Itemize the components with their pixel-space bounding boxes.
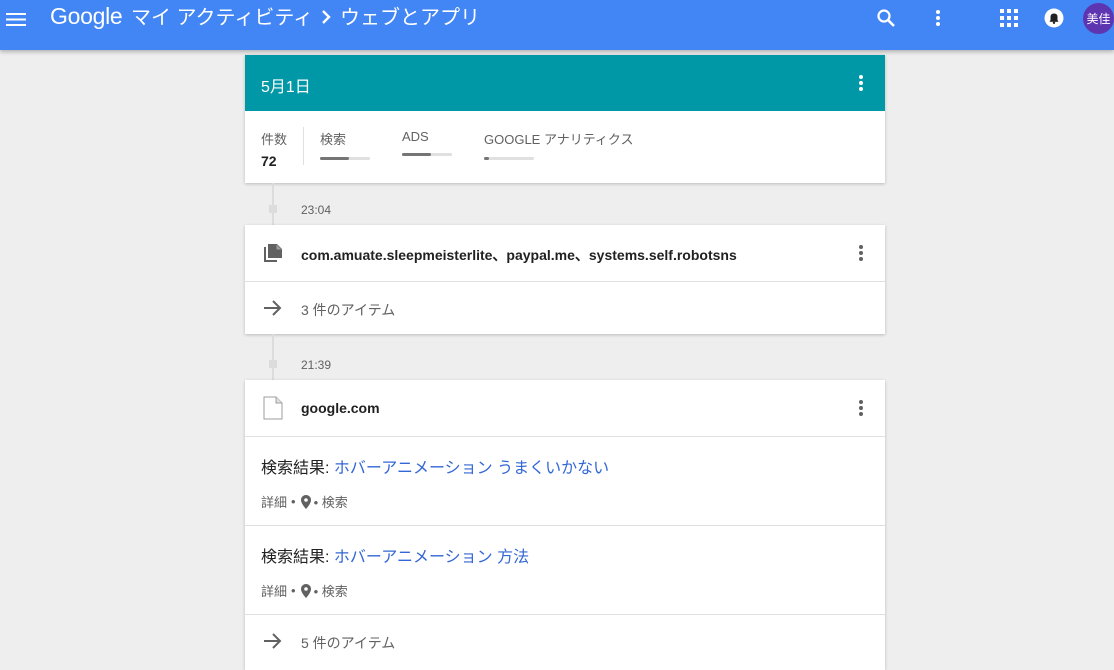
arrow-icon-wrap xyxy=(261,296,285,320)
search-meta: 詳細 • • 検索 xyxy=(261,492,348,511)
search-icon xyxy=(877,9,895,27)
more-items-label: 5 件のアイテム xyxy=(301,635,396,651)
group-icon xyxy=(261,241,285,265)
account-avatar[interactable]: 美佳 xyxy=(1083,3,1114,34)
notifications-button[interactable] xyxy=(1042,6,1066,30)
group-title: com.amuate.sleepmeisterlite、paypal.me、sy… xyxy=(301,247,737,263)
search-meta: 詳細 • • 検索 xyxy=(261,581,348,600)
total-count-stat: 件数 72 xyxy=(261,129,287,169)
group-title: google.com xyxy=(301,400,380,416)
arrow-forward-icon xyxy=(264,300,282,316)
timeline-line xyxy=(272,334,274,380)
notifications-bell-icon xyxy=(1044,8,1064,28)
total-count-value: 72 xyxy=(261,153,277,169)
details-link[interactable]: 詳細 xyxy=(261,492,287,511)
category-bar-fill xyxy=(402,153,431,156)
search-button[interactable] xyxy=(874,6,898,30)
document-icon xyxy=(263,396,283,420)
category-stat-analytics[interactable]: GOOGLE アナリティクス xyxy=(484,129,634,160)
meta-separator: • xyxy=(291,583,296,598)
category-label: 検索 xyxy=(320,132,347,147)
location-pin-icon[interactable] xyxy=(300,583,311,598)
arrow-forward-icon xyxy=(264,633,282,649)
item-options-button[interactable] xyxy=(849,396,873,420)
search-query-link[interactable]: ホバーアニメーション うまくいかない xyxy=(334,460,609,477)
search-query-link[interactable]: ホバーアニメーション 方法 xyxy=(334,549,529,566)
search-activity-item[interactable]: 検索結果: ホバーアニメーション 方法 詳細 • • 検索 xyxy=(245,525,885,614)
total-count-label: 件数 xyxy=(261,132,288,147)
group-time: 21:39 xyxy=(301,358,332,372)
more-vert-icon xyxy=(859,245,863,261)
date-header: 5月1日 xyxy=(245,55,885,111)
stats-divider xyxy=(303,127,304,165)
timeline-dot xyxy=(269,205,277,213)
activity-stats: 件数 72 検索 ADS GOOGLE アナリティクス xyxy=(245,111,885,183)
day-summary-card: 5月1日 件数 72 検索 ADS GOOGLE アナリティクス xyxy=(245,55,885,183)
search-result-line: 検索結果: ホバーアニメーション 方法 xyxy=(261,543,529,567)
category-bar xyxy=(320,157,370,160)
search-result-prefix: 検索結果: xyxy=(261,460,334,477)
search-result-line: 検索結果: ホバーアニメーション うまくいかない xyxy=(261,454,609,478)
location-pin-icon[interactable] xyxy=(300,494,311,509)
apps-button[interactable] xyxy=(997,6,1021,30)
category-stat-search[interactable]: 検索 xyxy=(320,129,370,160)
search-result-prefix: 検索結果: xyxy=(261,549,334,566)
group-header-row[interactable]: google.com xyxy=(245,380,885,436)
category-bar xyxy=(484,157,534,160)
item-options-button[interactable] xyxy=(849,241,873,265)
breadcrumb-my-activity[interactable]: マイ アクティビティ xyxy=(131,5,313,31)
category-label: ADS xyxy=(402,129,429,144)
group-icon xyxy=(261,396,285,420)
apps-grid-icon xyxy=(1000,9,1018,27)
category-label: GOOGLE アナリティクス xyxy=(484,132,634,147)
more-vert-icon xyxy=(859,400,863,416)
more-items-label: 3 件のアイテム xyxy=(301,302,396,318)
breadcrumb-web-and-app: ウェブとアプリ xyxy=(340,7,480,29)
main-menu-button[interactable] xyxy=(5,5,27,33)
category-bar-fill xyxy=(320,157,349,160)
timeline-line xyxy=(272,183,274,225)
category-bar xyxy=(402,153,452,156)
app-bar: Google マイ アクティビティ ウェブとアプリ 美佳 xyxy=(0,0,1114,50)
product-label: • 検索 xyxy=(313,495,348,510)
date-title: 5月1日 xyxy=(261,79,311,96)
category-stat-ads[interactable]: ADS xyxy=(402,129,452,156)
more-vert-icon xyxy=(859,75,863,91)
search-activity-item[interactable]: 検索結果: ホバーアニメーション うまくいかない 詳細 • • 検索 xyxy=(245,436,885,525)
timeline-dot xyxy=(269,360,277,368)
google-logo[interactable]: Google xyxy=(50,2,123,30)
file-copy-icon xyxy=(264,244,282,262)
more-items-link[interactable]: 3 件のアイテム xyxy=(245,281,885,334)
category-bar-fill xyxy=(484,157,489,160)
group-header-row[interactable]: com.amuate.sleepmeisterlite、paypal.me、sy… xyxy=(245,225,885,281)
more-vert-icon xyxy=(936,10,940,26)
chevron-right-icon xyxy=(322,10,331,24)
more-options-button[interactable] xyxy=(926,6,950,30)
arrow-icon-wrap xyxy=(261,629,285,653)
day-options-button[interactable] xyxy=(849,71,873,95)
details-link[interactable]: 詳細 xyxy=(261,581,287,600)
activity-group-card: com.amuate.sleepmeisterlite、paypal.me、sy… xyxy=(245,225,885,334)
hamburger-menu-icon xyxy=(6,13,26,26)
product-label: • 検索 xyxy=(313,584,348,599)
more-items-link[interactable]: 5 件のアイテム xyxy=(245,614,885,669)
meta-separator: • xyxy=(291,494,296,509)
activity-group-card: google.com 検索結果: ホバーアニメーション うまくいかない 詳細 •… xyxy=(245,380,885,670)
group-time: 23:04 xyxy=(301,203,332,217)
